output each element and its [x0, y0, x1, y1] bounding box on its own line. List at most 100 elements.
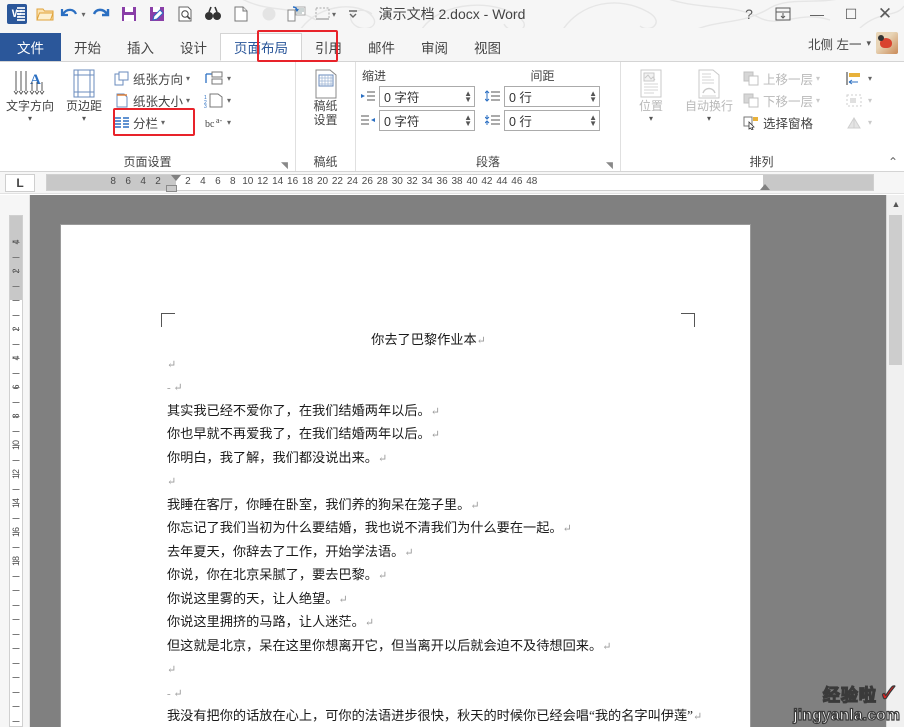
- line-numbers-button[interactable]: 123 ▾: [202, 89, 240, 111]
- spacing-after-row[interactable]: 0 行 ▲ ▼: [485, 110, 600, 131]
- close-button[interactable]: ✕: [868, 0, 902, 28]
- tab-design[interactable]: 设计: [167, 33, 220, 61]
- maximize-button[interactable]: ☐: [834, 0, 868, 28]
- minimize-button[interactable]: —: [800, 0, 834, 28]
- paper-size-caret-icon[interactable]: ▾: [186, 96, 190, 105]
- indent-left-stepper[interactable]: ▲ ▼: [464, 89, 472, 103]
- quick-access-toolbar[interactable]: W ▾ ▾: [0, 2, 366, 26]
- horizontal-ruler[interactable]: L 8 6 4 2 2 4 6 8 10 12 14 16 18 20 22 24 26 28 30 32 34 36 38…: [0, 172, 904, 194]
- ruler-track[interactable]: 8 6 4 2 2 4 6 8 10 12 14 16 18 20 22 24 26 28 30 32 34 36 38 40…: [46, 174, 874, 192]
- indent-right-input[interactable]: 0 字符 ▲ ▼: [379, 110, 475, 131]
- position-caret-icon[interactable]: ▾: [649, 114, 653, 122]
- tab-stop-selector[interactable]: L: [5, 173, 35, 192]
- tab-insert[interactable]: 插入: [114, 33, 167, 61]
- customize-qat-icon[interactable]: [340, 2, 366, 26]
- tab-page-layout[interactable]: 页面布局: [220, 33, 302, 61]
- new-doc-icon[interactable]: [228, 2, 254, 26]
- tab-home[interactable]: 开始: [61, 33, 114, 61]
- align-objects-button[interactable]: ▾: [843, 67, 883, 89]
- collapse-ribbon-button[interactable]: ⌃: [888, 155, 898, 169]
- page-setup-dialog-launcher[interactable]: ◥: [280, 161, 289, 170]
- document-text-body[interactable]: 你去了巴黎作业本↵ ↵ - ↵ 其实我已经不爱你了，在我们结婚两年以后。↵ 你也早就不…: [167, 329, 702, 727]
- manuscript-settings-button[interactable]: 稿纸 设置: [300, 65, 351, 128]
- vertical-ruler-tick: [12, 546, 20, 548]
- group-objects-icon: [846, 94, 862, 106]
- group-objects-caret-icon[interactable]: ▾: [868, 96, 872, 105]
- vertical-ruler[interactable]: 4224681012141618: [0, 195, 30, 727]
- redo-icon[interactable]: [88, 2, 114, 26]
- breaks-button[interactable]: ▾: [202, 67, 240, 89]
- indent-left-input[interactable]: 0 字符 ▲ ▼: [379, 86, 475, 107]
- indent-left-row[interactable]: 0 字符 ▲ ▼: [360, 86, 475, 107]
- wrap-text-caret-icon[interactable]: ▾: [707, 114, 711, 122]
- spacing-before-row[interactable]: 0 行 ▲ ▼: [485, 86, 600, 107]
- save-as-icon[interactable]: [144, 2, 170, 26]
- quick-print-icon[interactable]: [284, 2, 310, 26]
- selection-pane-button[interactable]: 选择窗格: [741, 111, 841, 133]
- bring-forward-caret-icon[interactable]: ▾: [816, 74, 820, 83]
- tab-mailings[interactable]: 邮件: [355, 33, 408, 61]
- ribbon-group-page-setup: A 文字方向 ▾ 页边距 ▾ 纸张方向 ▾ 纸张大小 ▾ 分栏 ▾ ▾ 1 2 …: [0, 62, 296, 171]
- breaks-caret-icon[interactable]: ▾: [227, 74, 231, 83]
- avatar[interactable]: [876, 32, 898, 54]
- columns-caret-icon[interactable]: ▾: [161, 118, 165, 127]
- hyphenation-caret-icon[interactable]: ▾: [227, 118, 231, 127]
- ribbon-tab-strip[interactable]: 文件 开始 插入 设计 页面布局 引用 邮件 审阅 视图 北侧 左一 ▾: [0, 28, 904, 62]
- margins-caret-icon[interactable]: ▾: [82, 114, 86, 122]
- account-caret-icon[interactable]: ▾: [866, 38, 871, 49]
- align-objects-caret-icon[interactable]: ▾: [868, 74, 872, 83]
- document-page[interactable]: 你去了巴黎作业本↵ ↵ - ↵ 其实我已经不爱你了，在我们结婚两年以后。↵ 你也早就不…: [61, 225, 750, 727]
- text-direction-caret-icon[interactable]: ▾: [28, 114, 32, 122]
- table-icon[interactable]: ▾: [312, 2, 338, 26]
- spacing-after-stepper[interactable]: ▲ ▼: [589, 113, 597, 127]
- line-numbers-caret-icon[interactable]: ▾: [227, 96, 231, 105]
- position-button[interactable]: 位置 ▾: [625, 65, 677, 122]
- tab-view[interactable]: 视图: [461, 33, 514, 61]
- vertical-scroll-thumb[interactable]: [889, 215, 902, 365]
- text-direction-button[interactable]: A 文字方向 ▾: [4, 65, 56, 122]
- save-icon[interactable]: [116, 2, 142, 26]
- columns-button[interactable]: 分栏 ▾: [112, 111, 200, 133]
- vertical-scrollbar[interactable]: ▲: [886, 195, 904, 727]
- vertical-ruler-track[interactable]: 4224681012141618: [9, 215, 23, 727]
- first-line-indent-marker[interactable]: [171, 175, 181, 181]
- send-backward-button[interactable]: 下移一层 ▾: [741, 89, 841, 111]
- account-area[interactable]: 北侧 左一 ▾: [808, 32, 898, 54]
- undo-icon[interactable]: ▾: [60, 2, 86, 26]
- paragraph-dialog-launcher[interactable]: ◥: [605, 161, 614, 170]
- right-indent-marker[interactable]: [760, 184, 770, 190]
- send-backward-caret-icon[interactable]: ▾: [816, 96, 820, 105]
- wrap-text-button[interactable]: 自动换行 ▾: [679, 65, 739, 122]
- tab-review[interactable]: 审阅: [408, 33, 461, 61]
- help-button[interactable]: ?: [732, 0, 766, 28]
- orientation-label: 纸张方向: [133, 72, 184, 87]
- find-icon[interactable]: [200, 2, 226, 26]
- rotate-objects-button[interactable]: ▾: [843, 111, 883, 133]
- margins-button[interactable]: 页边距 ▾: [58, 65, 110, 122]
- indent-right-stepper[interactable]: ▲ ▼: [464, 113, 472, 127]
- indent-right-row[interactable]: 0 字符 ▲ ▼: [360, 110, 475, 131]
- hyphenation-button[interactable]: bc a- ▾: [202, 111, 240, 133]
- ribbon-display-options-button[interactable]: [766, 0, 800, 28]
- tab-references[interactable]: 引用: [302, 33, 355, 61]
- vertical-ruler-tick: [12, 604, 20, 606]
- print-preview-icon[interactable]: [172, 2, 198, 26]
- document-paragraph-line: 你明白，我了解，我们都没说出来。↵: [167, 449, 388, 465]
- tab-file[interactable]: 文件: [0, 33, 61, 61]
- paper-size-button[interactable]: 纸张大小 ▾: [112, 89, 200, 111]
- group-objects-button[interactable]: ▾: [843, 89, 883, 111]
- window-controls[interactable]: ? — ☐ ✕: [732, 0, 902, 28]
- ruler-number: 26: [361, 176, 373, 187]
- scroll-up-button[interactable]: ▲: [887, 195, 904, 213]
- bring-forward-button[interactable]: 上移一层 ▾: [741, 67, 841, 89]
- orientation-caret-icon[interactable]: ▾: [186, 74, 190, 83]
- orientation-button[interactable]: 纸张方向 ▾: [112, 67, 200, 89]
- spacing-before-input[interactable]: 0 行 ▲ ▼: [504, 86, 600, 107]
- left-indent-marker[interactable]: [166, 185, 177, 192]
- spacing-after-input[interactable]: 0 行 ▲ ▼: [504, 110, 600, 131]
- spacing-before-stepper[interactable]: ▲ ▼: [589, 89, 597, 103]
- rotate-objects-caret-icon[interactable]: ▾: [868, 118, 872, 127]
- document-area: 4224681012141618 你去了巴黎作业本↵ ↵- ↵其实我已经不爱你了…: [0, 195, 904, 727]
- circle-icon[interactable]: [256, 2, 282, 26]
- open-icon[interactable]: [32, 2, 58, 26]
